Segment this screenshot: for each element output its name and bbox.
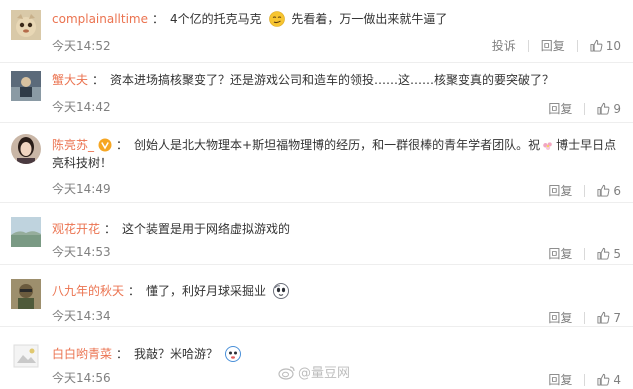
comment-time: 今天14:56 <box>52 371 111 385</box>
reply-button[interactable]: 回复 <box>548 309 572 326</box>
divider <box>576 39 578 52</box>
comment-line: 蟹大夫 ： 资本进场搞核聚变了？还是游戏公司和造车的领投……这……核聚变真的要突破了… <box>52 71 554 89</box>
like-count: 7 <box>613 310 621 325</box>
weibo-logo-icon <box>278 365 295 380</box>
comment-time: 今天14:42 <box>52 100 111 114</box>
avatar[interactable] <box>11 341 41 371</box>
like-count: 6 <box>613 183 621 198</box>
comment-actions: 回复 7 <box>548 309 621 326</box>
comment-text: 懂了，利好月球采掘业 <box>146 284 267 298</box>
reply-button[interactable]: 回复 <box>548 371 572 388</box>
comment-item: 八九年的秋天 ： 懂了，利好月球采掘业 今天14:34 回复 7 <box>0 265 633 327</box>
divider <box>584 373 586 386</box>
divider <box>584 102 586 115</box>
avatar[interactable] <box>11 134 41 164</box>
comment-item: 陈亮苏_：创始人是北大物理本+斯坦福物理博的经历，和一群很棒的青年学者团队。祝博… <box>0 123 633 203</box>
comment-line: 白白哟青菜 ： 我敲？米哈游？ <box>52 345 244 363</box>
comment-text: 4个亿的托克马克 <box>170 12 262 26</box>
thumbs-up-icon <box>597 102 610 115</box>
comment-actions: 投诉 回复 10 <box>492 37 621 54</box>
comment-item: complainalltime ： 4个亿的托克马克 先看着，万一做出来就牛逼了 今… <box>0 0 633 63</box>
comment-time: 今天14:34 <box>52 309 111 323</box>
comment-line: 八九年的秋天 ： 懂了，利好月球采掘业 <box>52 282 292 300</box>
username-link[interactable]: 陈亮苏_ <box>52 138 94 152</box>
comment-time: 今天14:52 <box>52 39 111 53</box>
comment-line: 陈亮苏_：创始人是北大物理本+斯坦福物理博的经历，和一群很棒的青年学者团队。祝博… <box>52 136 622 172</box>
username-link[interactable]: 蟹大夫 <box>52 73 88 87</box>
smirk-emoji <box>268 11 285 27</box>
username-link[interactable]: complainalltime <box>52 12 148 26</box>
username-link[interactable]: 八九年的秋天 <box>52 284 124 298</box>
comment-time: 今天14:49 <box>52 182 111 196</box>
thumbs-up-icon <box>597 373 610 386</box>
avatar[interactable] <box>11 217 41 247</box>
report-button[interactable]: 投诉 <box>492 37 516 54</box>
comment-text: 资本进场搞核聚变了？还是游戏公司和造车的领投……这……核聚变真的要突破了？ <box>110 73 555 87</box>
comment-text: 我敲？米哈游？ <box>134 347 219 361</box>
comment-item: 观花开花 ： 这个装置是用于网络虚拟游戏的 今天14:53 回复 5 <box>0 203 633 265</box>
colon: ： <box>92 73 105 87</box>
doge-emoji <box>224 346 241 362</box>
divider <box>584 247 586 260</box>
watermark: @量豆网 <box>278 362 350 381</box>
comment-item: 蟹大夫 ： 资本进场搞核聚变了？还是游戏公司和造车的领投……这……核聚变真的要突破了… <box>0 63 633 123</box>
thumbs-up-icon <box>597 311 610 324</box>
like-button[interactable]: 10 <box>590 39 621 53</box>
colon: ： <box>116 347 129 361</box>
comment-actions: 回复 9 <box>548 100 621 117</box>
reply-button[interactable]: 回复 <box>541 37 565 54</box>
comment-time: 今天14:53 <box>52 245 111 259</box>
comment-line: 观花开花 ： 这个装置是用于网络虚拟游戏的 <box>52 220 290 238</box>
thumbs-up-icon <box>597 247 610 260</box>
like-button[interactable]: 9 <box>597 102 621 116</box>
divider <box>527 39 529 52</box>
like-button[interactable]: 7 <box>597 311 621 325</box>
comment-feed: complainalltime ： 4个亿的托克马克 先看着，万一做出来就牛逼了 今… <box>0 0 633 389</box>
divider <box>584 184 586 197</box>
colon: ： <box>104 222 117 236</box>
like-button[interactable]: 5 <box>597 247 621 261</box>
colon: ： <box>152 12 165 26</box>
divider <box>584 311 586 324</box>
thumbs-up-icon <box>590 39 603 52</box>
username-link[interactable]: 白白哟青菜 <box>52 347 112 361</box>
colon: ： <box>116 138 129 152</box>
username-link[interactable]: 观花开花 <box>52 222 100 236</box>
comment-actions: 回复 5 <box>548 245 621 262</box>
thumbs-up-icon <box>597 184 610 197</box>
doge-emoji <box>272 283 289 299</box>
comment-text-continued: 先看着，万一做出来就牛逼了 <box>291 12 448 26</box>
avatar[interactable] <box>11 71 41 101</box>
comment-actions: 回复 4 <box>548 371 621 388</box>
watermark-text: @量豆网 <box>298 366 351 381</box>
like-count: 5 <box>613 246 621 261</box>
comment-text: 这个装置是用于网络虚拟游戏的 <box>122 222 291 236</box>
like-count: 10 <box>605 38 621 53</box>
reply-button[interactable]: 回复 <box>548 100 572 117</box>
comment-actions: 回复 6 <box>548 182 621 199</box>
comment-text: 创始人是北大物理本+斯坦福物理博的经历，和一群很棒的青年学者团队。祝 <box>134 138 541 152</box>
like-button[interactable]: 6 <box>597 184 621 198</box>
verified-badge-icon <box>98 138 112 152</box>
flower-emoji <box>543 142 552 150</box>
colon: ： <box>128 284 141 298</box>
like-count: 4 <box>613 372 621 387</box>
reply-button[interactable]: 回复 <box>548 245 572 262</box>
avatar[interactable] <box>11 279 41 309</box>
avatar[interactable] <box>11 10 41 40</box>
comment-line: complainalltime ： 4个亿的托克马克 先看着，万一做出来就牛逼了 <box>52 10 447 28</box>
reply-button[interactable]: 回复 <box>548 182 572 199</box>
like-button[interactable]: 4 <box>597 373 621 387</box>
like-count: 9 <box>613 101 621 116</box>
